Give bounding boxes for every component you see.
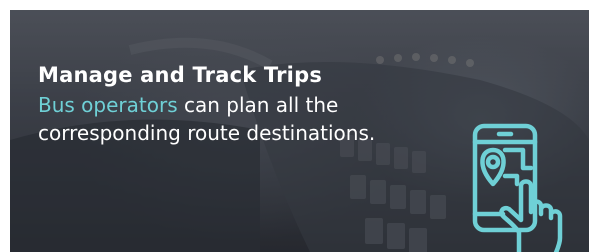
feature-banner: Manage and Track Trips Bus operators can… [10, 10, 589, 252]
banner-description: Bus operators can plan all the correspon… [38, 91, 478, 147]
banner-headline: Manage and Track Trips [38, 63, 323, 87]
phone-map-pin-hand-icon [472, 123, 563, 252]
highlight-text: Bus operators [38, 93, 178, 117]
